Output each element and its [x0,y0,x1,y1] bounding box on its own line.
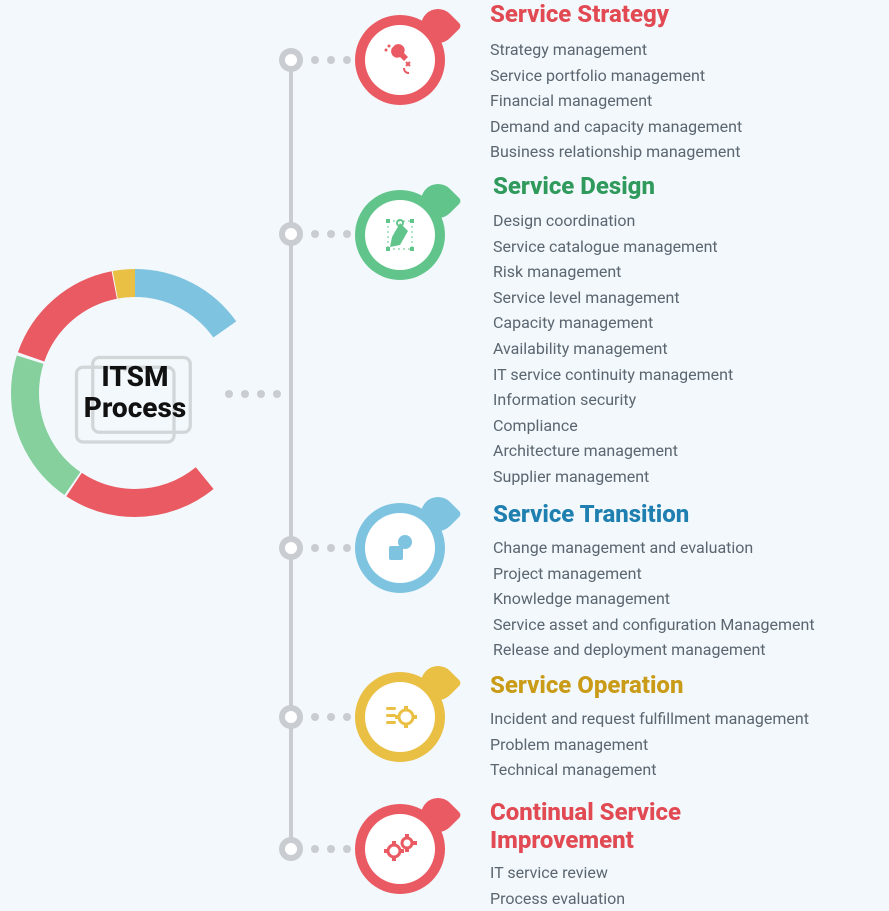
node-connector [311,845,351,853]
list-item: Demand and capacity management [490,114,742,140]
list-item: Release and deployment management [493,637,815,663]
list-item: Capacity management [493,310,733,336]
list-item: Project management [493,561,815,587]
section-items-design: Design coordinationService catalogue man… [493,208,733,490]
list-item: Service asset and configuration Manageme… [493,612,815,638]
hub: ITSM Process [10,268,260,518]
list-item: Business relationship management [490,139,742,165]
timeline-node-design [279,222,351,246]
list-item: Incident and request fulfillment managem… [490,706,809,732]
list-item: Knowledge management [493,586,815,612]
node-dot [279,705,303,729]
section-items-strategy: Strategy managementService portfolio man… [490,37,742,165]
gears-icon [365,814,435,884]
hub-connector [225,390,305,398]
bubble-strategy [355,15,445,105]
hub-title-line2: Process [84,393,186,424]
section-items-improvement: IT service reviewProcess evaluation [490,860,625,911]
list-item: Information security [493,387,733,413]
bubble-improvement [355,804,445,894]
list-item: IT service continuity management [493,362,733,388]
bubble-design [355,190,445,280]
list-item: Architecture management [493,438,733,464]
list-item: Strategy management [490,37,742,63]
list-item: Technical management [490,757,809,783]
list-item: Service portfolio management [490,63,742,89]
node-dot [279,837,303,861]
pen-icon [365,200,435,270]
timeline-line [289,60,293,860]
section-title-transition: Service Transition [493,500,689,528]
section-items-operation: Incident and request fulfillment managem… [490,706,809,783]
node-connector [311,56,351,64]
list-item: Change management and evaluation [493,535,815,561]
timeline-node-operation [279,705,351,729]
list-item: Problem management [490,732,809,758]
timeline-node-improvement [279,837,351,861]
list-item: Risk management [493,259,733,285]
hub-title-line1: ITSM [101,362,168,393]
node-connector [311,713,351,721]
chess-icon [365,25,435,95]
timeline-node-strategy [279,48,351,72]
list-item: Availability management [493,336,733,362]
bubble-operation [355,672,445,762]
shapes-icon [365,513,435,583]
node-dot [279,536,303,560]
node-dot [279,222,303,246]
section-title-strategy: Service Strategy [490,0,669,28]
timeline-node-transition [279,536,351,560]
list-item: IT service review [490,860,625,886]
bubble-transition [355,503,445,593]
list-item: Compliance [493,413,733,439]
list-gear-icon [365,682,435,752]
node-dot [279,48,303,72]
list-item: Service catalogue management [493,234,733,260]
section-title-improvement: Continual Service Improvement [490,798,820,854]
hub-title: ITSM Process [10,268,260,518]
list-item: Service level management [493,285,733,311]
section-title-operation: Service Operation [490,671,683,699]
node-connector [311,230,351,238]
section-items-transition: Change management and evaluationProject … [493,535,815,663]
list-item: Supplier management [493,464,733,490]
section-title-design: Service Design [493,172,655,200]
list-item: Design coordination [493,208,733,234]
list-item: Process evaluation [490,886,625,911]
node-connector [311,544,351,552]
list-item: Financial management [490,88,742,114]
